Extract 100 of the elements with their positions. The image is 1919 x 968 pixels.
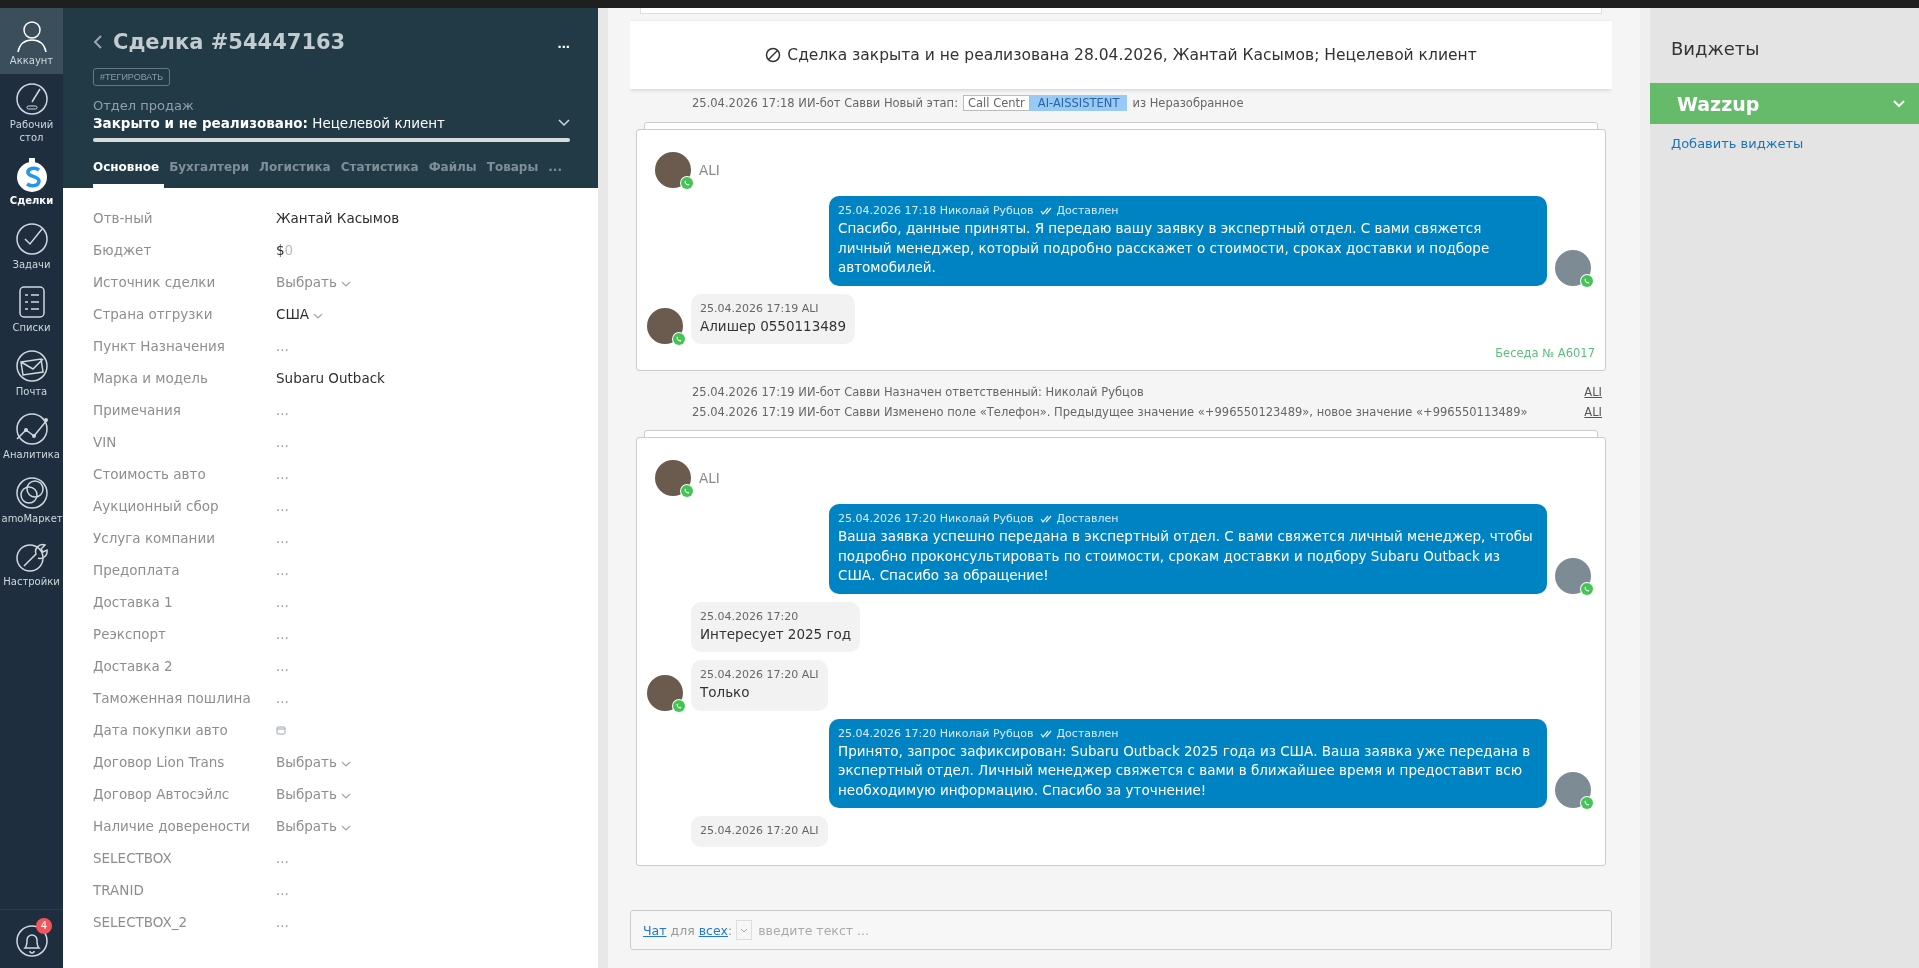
- avatar: [655, 460, 691, 497]
- delivery-status: Доставлен: [1039, 725, 1119, 742]
- empty-field[interactable]: ...: [276, 850, 289, 866]
- contact-name: ALI: [699, 162, 720, 178]
- nav-item[interactable]: amoМаркет: [0, 467, 63, 531]
- empty-field[interactable]: ...: [276, 594, 289, 610]
- field-label: Аукционный сбор: [93, 498, 220, 514]
- checkmark-circle-icon: [14, 221, 49, 256]
- empty-field[interactable]: ...: [276, 914, 289, 930]
- empty-field[interactable]: ...: [276, 434, 289, 450]
- select-field[interactable]: Выбрать: [276, 274, 352, 290]
- speedometer-icon: [14, 82, 49, 116]
- field-label: Доставка 2: [93, 658, 174, 674]
- empty-field[interactable]: ...: [276, 338, 289, 354]
- field-label: Предоплата: [93, 562, 181, 578]
- nav-item[interactable]: Сделки: [0, 150, 63, 214]
- select-field[interactable]: Выбрать: [276, 786, 352, 802]
- user-silhouette-icon: [14, 18, 49, 52]
- pipeline-name: Отдел продаж: [93, 98, 195, 113]
- stage-label: Call Centr: [963, 95, 1030, 111]
- field-label: Страна отгрузки: [93, 306, 214, 322]
- budget-field[interactable]: $0: [276, 242, 294, 258]
- chat-link[interactable]: Чат: [643, 922, 667, 938]
- line-chart-icon: [14, 412, 49, 446]
- contact-link[interactable]: ALI: [1584, 385, 1602, 400]
- event-text: 25.04.2026 17:18 ИИ-бот Савви Новый этап:: [692, 96, 959, 110]
- empty-field[interactable]: ...: [276, 626, 289, 642]
- back-chevron-icon: [93, 34, 103, 50]
- whatsapp-icon: [1580, 581, 1594, 596]
- field-value[interactable]: Subaru Outback: [276, 370, 385, 386]
- dropdown-button[interactable]: [736, 920, 753, 940]
- whatsapp-icon: [1580, 273, 1594, 288]
- tab[interactable]: Файлы: [423, 160, 482, 188]
- more-tabs-button[interactable]: ...: [543, 160, 562, 188]
- empty-field[interactable]: ...: [276, 658, 289, 674]
- field-label: Дата покупки авто: [93, 722, 229, 738]
- empty-field[interactable]: ...: [276, 402, 289, 418]
- empty-field[interactable]: ...: [276, 882, 289, 898]
- tab[interactable]: Статистика: [335, 160, 424, 188]
- tab[interactable]: Основное: [93, 160, 165, 188]
- event-text: 25.04.2026 17:19 ИИ-бот Савви Назначен ответственный: Николай Рубцов: [692, 385, 1145, 400]
- tab[interactable]: Бухгалтери: [164, 160, 255, 188]
- field-label: Пункт Назначения: [93, 338, 226, 354]
- message-text: Интересует 2025 год: [700, 624, 852, 644]
- nav-item[interactable]: Аккаунт: [0, 8, 63, 74]
- deal-title: Сделка #54447163: [113, 30, 347, 54]
- chevron-down-icon: [558, 119, 570, 127]
- contact-name: ALI: [699, 470, 720, 487]
- widget-header[interactable]: Wazzup: [1650, 83, 1919, 124]
- message-meta: 25.04.2026 17:19 ALI: [700, 300, 820, 317]
- field-label: Бюджет: [93, 242, 153, 258]
- message-composer[interactable]: Чат для всех: введите текст ...: [630, 910, 1612, 950]
- whatsapp-icon: [672, 698, 686, 713]
- message-meta: 25.04.2026 17:20: [700, 608, 800, 625]
- select-field[interactable]: Выбрать: [276, 818, 352, 834]
- event-text: 25.04.2026 17:19 ИИ-бот Савви Изменено поле «Телефон». Предыдущее значение «+996550123489», новое значение «+996550113489»: [692, 405, 1529, 420]
- envelope-icon: [14, 348, 49, 383]
- stage-label: AI-AISSISTENT: [1029, 95, 1128, 111]
- panel-title: Виджеты: [1671, 38, 1761, 59]
- field-label: Стоимость авто: [93, 466, 207, 482]
- tab[interactable]: Логистика: [254, 160, 336, 188]
- status-select[interactable]: Закрыто и не реализовано: Нецелевой клиент: [93, 115, 570, 131]
- more-button[interactable]: ...: [557, 33, 570, 51]
- tag-button[interactable]: #ТЕГИРОВАТЬ: [93, 68, 171, 86]
- tab[interactable]: Товары: [481, 160, 544, 188]
- whatsapp-icon: [672, 332, 686, 347]
- nav-item[interactable]: Рабочий стол: [0, 74, 63, 150]
- nav-item[interactable]: Почта: [0, 340, 63, 404]
- empty-field[interactable]: ...: [276, 562, 289, 578]
- field-label: Договор Lion Trans: [93, 754, 226, 770]
- message-text: Принято, запрос зафиксирован: Subaru Outback 2025 года из США. Ваша заявка уже передана в экспертный отдел. Личный менеджер свяжется с вами в ближайшее время и предоставит всю необходимую информацию. Спасибо за уточнение!: [838, 741, 1532, 800]
- recipients-link[interactable]: всех: [698, 922, 728, 938]
- nav-item[interactable]: Настройки: [0, 531, 63, 595]
- empty-field[interactable]: ...: [276, 498, 289, 514]
- field-label: TRANID: [93, 882, 145, 898]
- message-text: Только: [700, 683, 751, 703]
- field-value[interactable]: Жантай Касымов: [276, 210, 400, 226]
- message-meta: 25.04.2026 17:20 ALI: [700, 667, 819, 684]
- double-check-icon: [1039, 206, 1054, 215]
- message-text: Ваша заявка успешно передана в экспертный отдел. С вами свяжется личный менеджер, чтобы подробно проконсультировать по стоимости, срокам доставки и подбору Subaru Outback из США. Спасибо за обращение!: [838, 527, 1534, 586]
- add-widgets-link[interactable]: Добавить виджеты: [1671, 136, 1919, 151]
- select-field[interactable]: США: [276, 306, 324, 322]
- field-label: VIN: [93, 434, 118, 450]
- event-text: из Неразобранное: [1132, 96, 1244, 110]
- chevron-down-icon: [341, 761, 352, 767]
- field-label: Наличие доверености: [93, 818, 252, 834]
- nav-item[interactable]: Аналитика: [0, 404, 63, 468]
- empty-field[interactable]: ...: [276, 466, 289, 482]
- message-input[interactable]: введите текст ...: [756, 921, 1599, 939]
- dollar-icon: [14, 158, 49, 192]
- empty-field[interactable]: ...: [276, 690, 289, 706]
- select-field[interactable]: Выбрать: [276, 754, 352, 770]
- nav-item[interactable]: Списки: [0, 277, 63, 341]
- banner-text: Сделка закрыта и не реализована 28.04.2026, Жантай Касымов; Нецелевой клиент: [787, 46, 1477, 64]
- contact-link[interactable]: ALI: [1584, 405, 1602, 420]
- message-meta: 25.04.2026 17:18 Николай Рубцов: [838, 203, 1034, 219]
- chevron-down-icon: [341, 825, 352, 831]
- nav-item[interactable]: Задачи: [0, 213, 63, 277]
- whatsapp-icon: [680, 176, 694, 190]
- empty-field[interactable]: ...: [276, 530, 289, 546]
